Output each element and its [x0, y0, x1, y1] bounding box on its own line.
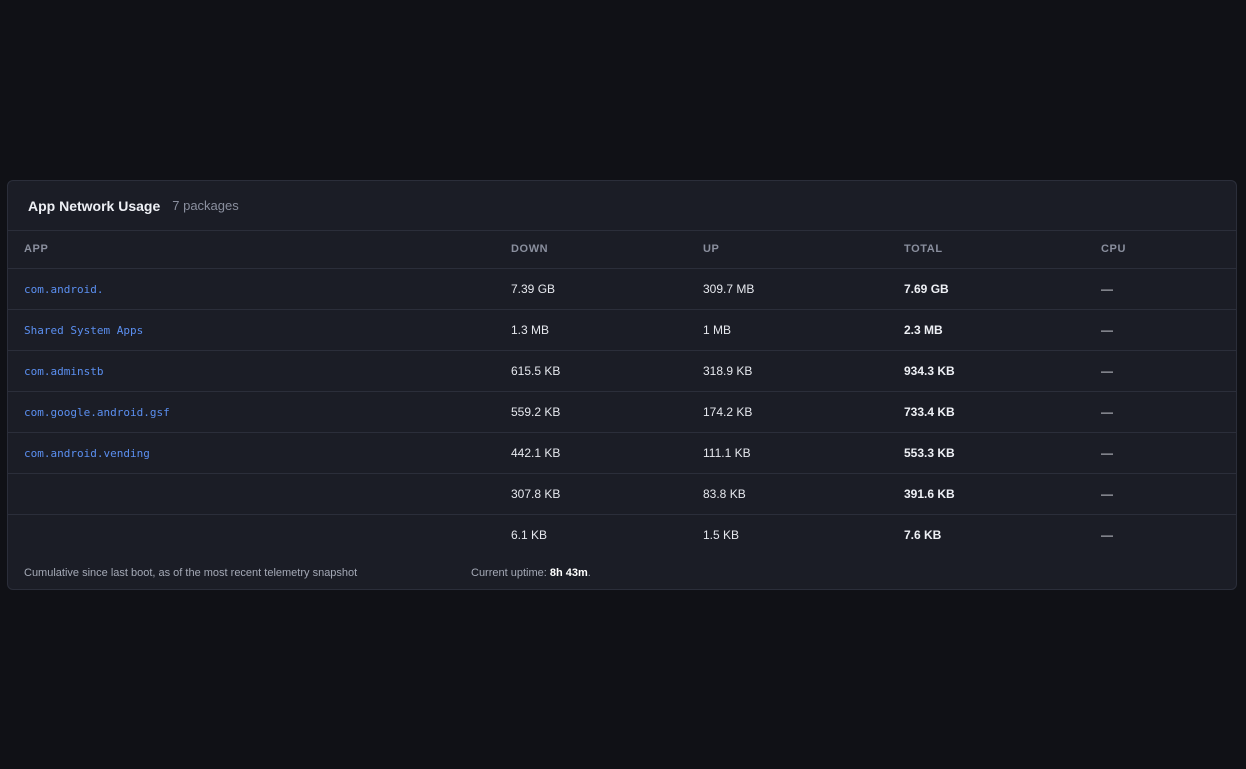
down-value: 442.1 KB	[511, 432, 703, 474]
cpu-value: —	[1101, 350, 1236, 392]
uptime-label: Current uptime:	[471, 567, 550, 579]
up-value: 318.9 KB	[703, 350, 904, 392]
table-row: Shared System Apps 1.3 MB 1 MB 2.3 MB —	[8, 309, 1236, 351]
table-row: com.google.android.gsf 559.2 KB 174.2 KB…	[8, 391, 1236, 433]
table-row: com.android. 7.39 GB 309.7 MB 7.69 GB —	[8, 268, 1236, 310]
total-value: 7.69 GB	[904, 268, 1101, 310]
app-name-link[interactable]: com.adminstb	[24, 365, 103, 378]
package-count: 7 packages	[172, 198, 239, 213]
total-value: 934.3 KB	[904, 350, 1101, 392]
table-header-row: APP DOWN UP TOTAL CPU	[8, 231, 1236, 269]
uptime-value: 8h 43m	[549, 567, 588, 579]
up-value: 1.5 KB	[703, 527, 740, 542]
up-value: 1 MB	[703, 309, 904, 351]
app-name-link[interactable]: com.android.	[24, 283, 103, 296]
table-row: com.adminstb 615.5 KB 318.9 KB 934.3 KB …	[8, 350, 1236, 392]
app-network-usage-card: App Network Usage 7 packages APP DOWN UP…	[7, 180, 1237, 590]
up-value: 174.2 KB	[703, 391, 904, 433]
table-row: com.android.vending 442.1 KB 111.1 KB 55…	[8, 432, 1236, 474]
up-value: 309.7 MB	[703, 268, 904, 310]
down-value: 307.8 KB	[511, 473, 703, 515]
down-value: 615.5 KB	[511, 350, 703, 392]
cpu-value: —	[1101, 268, 1236, 310]
column-header-app[interactable]: APP	[8, 231, 511, 269]
down-value: 7.39 GB	[511, 268, 703, 310]
total-value: 733.4 KB	[904, 391, 1101, 433]
down-value: 559.2 KB	[511, 391, 703, 433]
app-name-link[interactable]: com.google.android.gsf	[24, 406, 170, 419]
column-header-cpu[interactable]: CPU	[1101, 231, 1236, 269]
cpu-value: —	[1101, 432, 1236, 474]
total-value: 7.6 KB	[904, 527, 942, 542]
cpu-value: —	[1101, 309, 1236, 351]
total-value: 2.3 MB	[904, 309, 1101, 351]
down-value: 1.3 MB	[511, 309, 703, 351]
uptime-text: Current uptime: 8h 43m.	[471, 567, 591, 579]
table-row: 6.1 KB 1.5 KB 7.6 KB —	[8, 514, 1236, 555]
total-value: 553.3 KB	[904, 432, 1101, 474]
usage-table: APP DOWN UP TOTAL CPU com.android. 7.39 …	[8, 231, 1236, 555]
app-name-link[interactable]: Shared System Apps	[24, 324, 143, 337]
card-title: App Network Usage	[28, 197, 161, 214]
total-value: 391.6 KB	[904, 473, 1101, 515]
down-value: 6.1 KB	[511, 527, 548, 542]
column-header-up[interactable]: UP	[703, 231, 904, 269]
card-header: App Network Usage 7 packages	[8, 181, 1236, 231]
footer-note: Cumulative since last boot, as of the mo…	[24, 567, 358, 579]
app-name-link[interactable]: com.android.vending	[24, 447, 150, 460]
cpu-value: —	[1101, 473, 1236, 515]
uptime-suffix: .	[587, 567, 591, 579]
cpu-value: —	[1101, 527, 1113, 542]
column-header-down[interactable]: DOWN	[511, 231, 703, 269]
table-row: 307.8 KB 83.8 KB 391.6 KB —	[8, 473, 1236, 515]
up-value: 111.1 KB	[703, 432, 904, 474]
cpu-value: —	[1101, 391, 1236, 433]
up-value: 83.8 KB	[703, 473, 904, 515]
column-header-total[interactable]: TOTAL	[904, 231, 1101, 269]
